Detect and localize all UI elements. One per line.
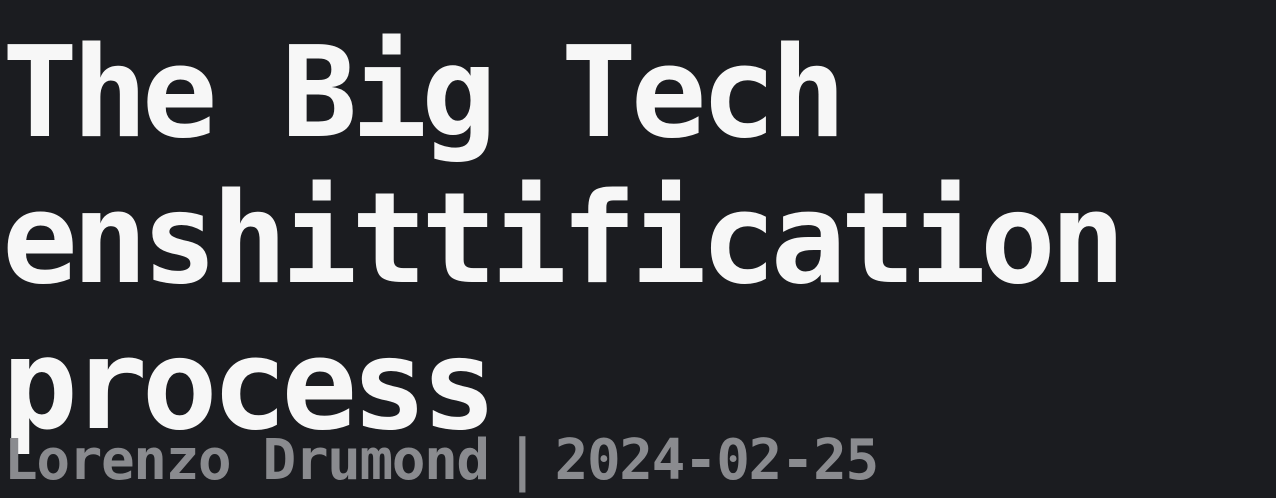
article-title-line: enshittification — [2, 165, 1126, 312]
article-title: The Big Tech enshittification process — [2, 19, 1126, 458]
byline-separator: | — [505, 428, 540, 493]
publish-date: 2024-02-25 — [554, 428, 880, 493]
article-title-line: The Big Tech — [2, 19, 846, 166]
article-header: The Big Tech enshittification process Lo… — [0, 0, 1276, 498]
article-byline: Lorenzo Drumond | 2024-02-25 — [4, 424, 880, 498]
author-name: Lorenzo Drumond — [4, 428, 490, 493]
